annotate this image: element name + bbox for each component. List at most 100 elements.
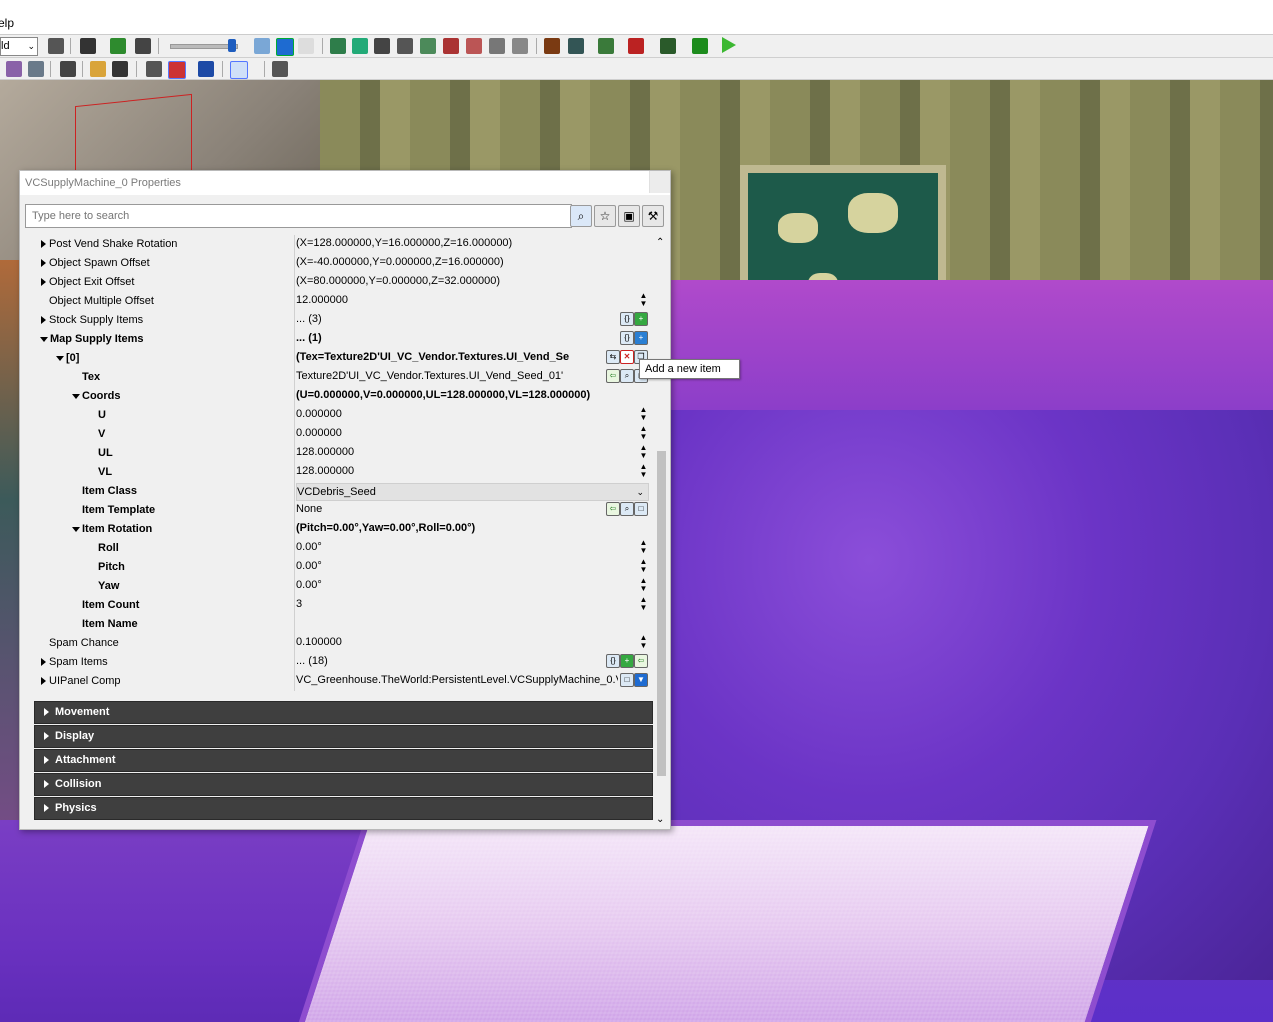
save-icon[interactable] — [568, 38, 584, 54]
use-selected-icon[interactable]: ⇦ — [606, 369, 620, 383]
expand-icon[interactable] — [41, 658, 46, 666]
clear-icon[interactable]: □ — [620, 673, 634, 687]
lock-icon[interactable]: ▣ — [618, 205, 640, 227]
add-item-icon[interactable]: + — [634, 331, 648, 345]
expand-icon[interactable] — [41, 677, 46, 685]
property-row[interactable]: U 0.000000 ▲ ▼ — [20, 406, 652, 425]
scrollbar-thumb[interactable] — [657, 451, 666, 776]
device-icon[interactable] — [628, 38, 644, 54]
property-row[interactable]: Roll 0.00° ▲ ▼ — [20, 539, 652, 558]
path-build-icon[interactable] — [397, 38, 413, 54]
menu-help[interactable]: elp — [0, 16, 14, 30]
kismet-red-icon[interactable] — [692, 38, 708, 54]
window-titlebar[interactable]: VCSupplyMachine_0 Properties — [20, 171, 670, 195]
path-icon[interactable] — [374, 38, 390, 54]
screen-icon[interactable] — [489, 38, 505, 54]
property-row[interactable]: Item Class VCDebris_Seed ⌄ — [20, 482, 652, 501]
globe-icon[interactable] — [420, 38, 436, 54]
delete-icon[interactable]: ✕ — [620, 350, 634, 364]
property-row[interactable]: Item Name — [20, 615, 652, 634]
light-icon[interactable] — [466, 38, 482, 54]
add-item-icon[interactable]: + — [620, 654, 634, 668]
book-icon[interactable] — [254, 38, 270, 54]
monitor-icon[interactable] — [660, 38, 676, 54]
property-row[interactable]: Spam Chance 0.100000 ▲ ▼ — [20, 634, 652, 653]
close-button[interactable] — [649, 171, 670, 193]
expand-icon[interactable] — [41, 259, 46, 267]
category-display[interactable]: Display — [34, 725, 653, 748]
search-icon[interactable]: ⌕ — [570, 205, 592, 227]
category-attachment[interactable]: Attachment — [34, 749, 653, 772]
add-item-icon[interactable]: + — [634, 312, 648, 326]
category-physics[interactable]: Physics — [34, 797, 653, 820]
vertical-scrollbar[interactable]: ⌃ ⌄ — [654, 235, 668, 825]
use-selected-icon[interactable]: ⇦ — [606, 502, 620, 516]
build-all-icon[interactable] — [443, 38, 459, 54]
play-in-editor-icon[interactable] — [230, 61, 248, 79]
collapse-icon[interactable] — [72, 527, 80, 532]
use-selected-icon[interactable]: ⇦ — [634, 654, 648, 668]
lock-icon[interactable] — [90, 61, 106, 77]
expand-icon[interactable] — [41, 240, 46, 248]
property-row[interactable]: UL 128.000000 ▲ ▼ — [20, 444, 652, 463]
property-row[interactable]: Item Rotation (Pitch=0.00°,Yaw=0.00°,Roll… — [20, 520, 652, 539]
collapse-icon[interactable] — [40, 337, 48, 342]
clear-icon[interactable]: □ — [634, 502, 648, 516]
expand-icon[interactable] — [41, 316, 46, 324]
property-row[interactable]: Spam Items... (18){} + ⇦ — [20, 653, 652, 672]
window-icon[interactable] — [198, 61, 214, 77]
insert-icon[interactable]: ⇆ — [606, 350, 620, 364]
property-row[interactable]: Object Multiple Offset 12.000000 ▲ ▼ — [20, 292, 652, 311]
spinner-icon[interactable]: ▲ ▼ — [639, 539, 648, 558]
binoculars-icon[interactable] — [48, 38, 64, 54]
play-icon[interactable] — [722, 37, 736, 53]
csg-icon[interactable] — [28, 61, 44, 77]
search-input[interactable] — [30, 206, 569, 226]
property-row[interactable]: Coords (U=0.000000,V=0.000000,UL=128.0000… — [20, 387, 652, 406]
category-movement[interactable]: Movement — [34, 701, 653, 724]
property-row[interactable]: V 0.000000 ▲ ▼ — [20, 425, 652, 444]
actor-selected-icon[interactable] — [168, 61, 186, 79]
actor-icon[interactable] — [146, 61, 162, 77]
collapse-icon[interactable] — [72, 394, 80, 399]
property-row[interactable]: UIPanel Comp VC_Greenhouse.TheWorld:Persi… — [20, 672, 652, 691]
kismet-icon[interactable] — [110, 38, 126, 54]
spinner-icon[interactable]: ▲ ▼ — [639, 596, 648, 615]
property-row[interactable]: Pitch 0.00° ▲ ▼ — [20, 558, 652, 577]
shield-icon[interactable] — [330, 38, 346, 54]
favorite-star-icon[interactable]: ☆ — [594, 205, 616, 227]
property-row[interactable]: Stock Supply Items... (3){} + — [20, 311, 652, 330]
package-icon[interactable] — [544, 38, 560, 54]
property-row[interactable]: Item Count 3 ▲ ▼ — [20, 596, 652, 615]
search-box[interactable] — [25, 204, 572, 228]
slider-thumb[interactable] — [228, 39, 236, 52]
eye-icon[interactable] — [112, 61, 128, 77]
chevron-down-icon[interactable]: ▼ — [634, 673, 648, 687]
brush-icon[interactable] — [6, 61, 22, 77]
empty-array-icon[interactable]: {} — [620, 312, 634, 326]
property-row[interactable]: Tex Texture2D'UI_VC_Vendor.Textures.UI_Ve… — [20, 368, 652, 387]
property-row[interactable]: Item Template None ⇦ ⌕ □ — [20, 501, 652, 520]
cover-icon[interactable] — [512, 38, 528, 54]
spinner-icon[interactable]: ▲ ▼ — [639, 406, 648, 425]
spinner-icon[interactable]: ▲ ▼ — [639, 558, 648, 577]
property-row[interactable]: Map Supply Items... (1){} + — [20, 330, 652, 349]
speed-slider[interactable] — [168, 39, 240, 52]
star-icon[interactable] — [298, 38, 314, 54]
empty-array-icon[interactable]: {} — [620, 331, 634, 345]
collapse-icon[interactable] — [56, 356, 64, 361]
spinner-icon[interactable]: ▲ ▼ — [639, 292, 648, 311]
property-row[interactable]: Post Vend Shake Rotation (X=128.000000,Y=… — [20, 235, 652, 254]
matinee-icon[interactable] — [135, 38, 151, 54]
content-browser-icon[interactable] — [80, 38, 96, 54]
property-row[interactable]: VL 128.000000 ▲ ▼ — [20, 463, 652, 482]
world-combo[interactable]: ld ⌄ — [0, 37, 38, 56]
property-row[interactable]: Object Exit Offset (X=80.000000,Y=0.00000… — [20, 273, 652, 292]
wrench-icon[interactable]: ⚒ — [642, 205, 664, 227]
item-class-combo[interactable]: VCDebris_Seed ⌄ — [296, 483, 649, 501]
property-row[interactable]: [0] (Tex=Texture2D'UI_VC_Vendor.Textures.… — [20, 349, 652, 368]
spinner-icon[interactable]: ▲ ▼ — [639, 463, 648, 482]
scroll-up-icon[interactable]: ⌃ — [656, 237, 664, 248]
arrange-icon[interactable] — [272, 61, 288, 77]
property-row[interactable]: Yaw 0.00° ▲ ▼ — [20, 577, 652, 596]
